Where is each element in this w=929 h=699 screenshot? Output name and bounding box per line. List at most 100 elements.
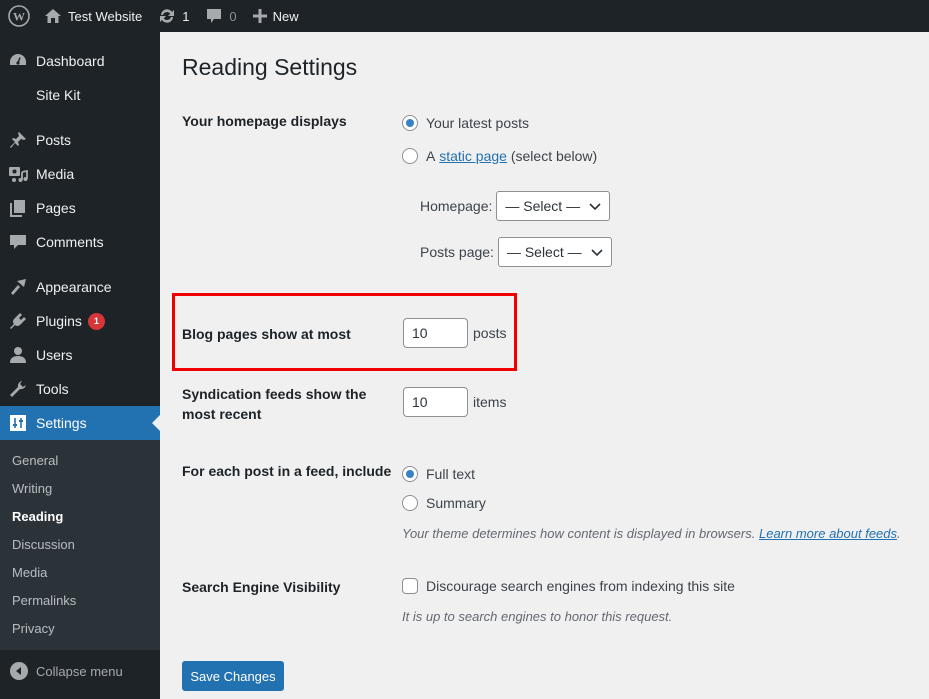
collapse-label: Collapse menu: [36, 663, 123, 679]
homepage-static-page-option[interactable]: A static page (select below): [402, 148, 597, 164]
plugins-update-badge: 1: [87, 312, 105, 330]
sidebar-label: Posts: [36, 132, 72, 148]
dashboard-icon: [8, 51, 28, 71]
brush-icon: [8, 277, 28, 297]
site-kit-icon: [8, 85, 28, 105]
latest-posts-radio[interactable]: [402, 115, 418, 131]
learn-more-feeds-link[interactable]: Learn more about feeds: [759, 526, 897, 541]
posts-page-select[interactable]: — Select —: [497, 237, 612, 267]
posts-per-rss-input[interactable]: 10: [403, 387, 468, 417]
sidebar-item-pages[interactable]: Pages: [0, 191, 160, 225]
home-icon: [44, 8, 62, 24]
sidebar-item-tools[interactable]: Tools: [0, 372, 160, 406]
sidebar-label: Media: [36, 166, 75, 182]
feed-summary-option[interactable]: Summary: [402, 495, 486, 511]
comment-icon: [8, 232, 28, 252]
sidebar-item-users[interactable]: Users: [0, 338, 160, 372]
sidebar-label: Comments: [36, 234, 104, 250]
wrench-icon: [8, 379, 28, 399]
pin-icon: [8, 130, 28, 150]
plus-icon: [252, 9, 267, 23]
site-name-link[interactable]: Test Website: [36, 0, 150, 32]
posts-page-select-row: Posts page: — Select —: [420, 237, 612, 267]
new-content-link[interactable]: New: [245, 0, 307, 32]
plug-icon: [8, 311, 28, 331]
search-visibility-label: Search Engine Visibility: [182, 579, 341, 595]
site-name: Test Website: [68, 8, 143, 24]
admin-sidebar: Dashboard Site Kit Posts Media Pages Com…: [0, 32, 160, 699]
homepage-select[interactable]: — Select —: [496, 191, 611, 221]
sidebar-item-dashboard[interactable]: Dashboard: [0, 44, 160, 78]
main-content: Reading Settings Your homepage displays …: [160, 32, 929, 699]
homepage-latest-posts-option[interactable]: Your latest posts: [402, 115, 529, 131]
collapse-arrow-icon: [10, 662, 28, 680]
blog-pages-label: Blog pages show at most: [182, 326, 351, 342]
posts-page-select-value: — Select —: [506, 244, 582, 260]
submenu-item-discussion[interactable]: Discussion: [0, 530, 160, 558]
user-icon: [8, 345, 28, 365]
updates-icon: [158, 8, 176, 24]
sidebar-item-settings[interactable]: Settings: [0, 406, 160, 440]
sidebar-item-plugins[interactable]: Plugins 1: [0, 304, 160, 338]
settings-icon: [8, 413, 28, 433]
static-page-link[interactable]: static page: [439, 148, 507, 164]
sidebar-item-comments[interactable]: Comments: [0, 225, 160, 259]
sidebar-label: Appearance: [36, 279, 112, 295]
sidebar-item-posts[interactable]: Posts: [0, 123, 160, 157]
feed-include-label: For each post in a feed, include: [182, 463, 392, 479]
submenu-item-reading[interactable]: Reading: [0, 502, 160, 530]
posts-per-page-input[interactable]: 10: [403, 318, 468, 348]
feed-full-text-option[interactable]: Full text: [402, 466, 475, 482]
submenu-item-privacy[interactable]: Privacy: [0, 614, 160, 642]
updates-link[interactable]: 1: [150, 0, 197, 32]
settings-submenu: General Writing Reading Discussion Media…: [0, 440, 160, 650]
save-changes-button[interactable]: Save Changes: [182, 661, 284, 691]
full-text-radio[interactable]: [402, 466, 418, 482]
feed-description: Your theme determines how content is dis…: [402, 526, 901, 541]
syndication-label: Syndication feeds show the most recent: [182, 386, 367, 422]
comments-link[interactable]: 0: [197, 0, 244, 32]
posts-page-select-label: Posts page:: [420, 244, 494, 260]
submenu-item-writing[interactable]: Writing: [0, 474, 160, 502]
sidebar-label: Tools: [36, 381, 69, 397]
sidebar-item-media[interactable]: Media: [0, 157, 160, 191]
search-visibility-description: It is up to search engines to honor this…: [402, 609, 673, 624]
wordpress-logo-button[interactable]: W: [2, 0, 36, 32]
items-suffix: items: [473, 394, 507, 410]
homepage-select-value: — Select —: [505, 198, 581, 214]
summary-label: Summary: [426, 495, 486, 511]
sidebar-label: Site Kit: [36, 87, 81, 103]
latest-posts-label: Your latest posts: [426, 115, 529, 131]
comments-count: 0: [229, 8, 237, 24]
sidebar-item-site-kit[interactable]: Site Kit: [0, 78, 160, 112]
submenu-item-general[interactable]: General: [0, 446, 160, 474]
svg-text:W: W: [13, 10, 25, 24]
discourage-search-option[interactable]: Discourage search engines from indexing …: [402, 578, 735, 594]
homepage-displays-label: Your homepage displays: [182, 113, 347, 129]
submenu-item-media[interactable]: Media: [0, 558, 160, 586]
sidebar-item-appearance[interactable]: Appearance: [0, 270, 160, 304]
new-label: New: [272, 8, 299, 24]
updates-count: 1: [182, 8, 190, 24]
summary-radio[interactable]: [402, 495, 418, 511]
chevron-down-icon: [591, 244, 603, 260]
sidebar-label: Dashboard: [36, 53, 105, 69]
admin-bar: W Test Website 1 0 New: [0, 0, 929, 32]
static-page-radio[interactable]: [402, 148, 418, 164]
sidebar-label: Plugins: [36, 313, 82, 329]
full-text-label: Full text: [426, 466, 476, 482]
static-prefix: A: [426, 148, 436, 164]
comment-bubble-icon: [205, 7, 223, 25]
static-suffix: (select below): [510, 148, 598, 164]
sidebar-label: Pages: [36, 200, 76, 216]
discourage-search-checkbox[interactable]: [402, 578, 418, 594]
collapse-menu-button[interactable]: Collapse menu: [0, 654, 160, 688]
chevron-down-icon: [589, 198, 601, 214]
sidebar-label: Users: [36, 347, 73, 363]
pages-icon: [8, 198, 28, 218]
wordpress-logo-icon: W: [8, 5, 30, 27]
discourage-search-label: Discourage search engines from indexing …: [426, 578, 735, 594]
posts-suffix: posts: [473, 325, 507, 341]
submenu-item-permalinks[interactable]: Permalinks: [0, 586, 160, 614]
page-title: Reading Settings: [182, 54, 358, 80]
